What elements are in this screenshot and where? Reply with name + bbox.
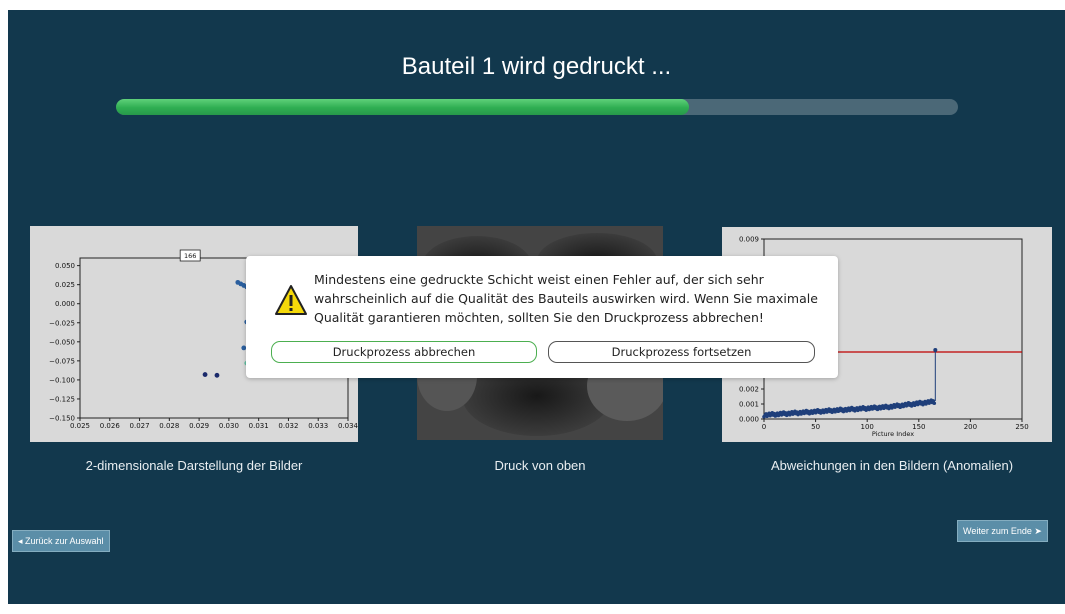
page-title: Bauteil 1 wird gedruckt ... <box>401 53 672 80</box>
y-tick-label: 0.050 <box>55 262 75 270</box>
y-tick-label: −0.125 <box>49 395 75 403</box>
x-tick-label: 0.025 <box>70 422 90 430</box>
x-tick-label: 0.033 <box>308 422 328 430</box>
app-window: Bauteil 1 wird gedruckt ... 0.025 0.026 0.… <box>8 10 1065 604</box>
continue-print-button[interactable]: Druckprozess fortsetzen <box>548 341 815 363</box>
abort-print-button[interactable]: Druckprozess abbrechen <box>271 341 537 363</box>
x-tick-label: 50 <box>811 423 820 431</box>
y-tick-label: 0.000 <box>55 300 75 308</box>
warning-message: Mindestens eine gedruckte Schicht weist … <box>314 272 818 325</box>
x-axis-label: Picture Index <box>872 430 914 438</box>
x-tick-label: 0.031 <box>249 422 269 430</box>
data-point <box>932 401 937 406</box>
back-to-selection-button[interactable]: ◂ Zurück zur Auswahl <box>12 530 110 552</box>
y-tick-label: −0.100 <box>49 376 75 384</box>
y-tick-label: −0.075 <box>49 357 75 365</box>
y-tick-label: 0.001 <box>739 401 759 409</box>
y-tick-label: 0.000 <box>739 416 759 424</box>
top-view-caption: Druck von oben <box>494 458 586 473</box>
data-point <box>214 372 220 378</box>
annotation-label: 166 <box>184 252 196 260</box>
x-tick-label: 200 <box>964 423 977 431</box>
y-tick-label: −0.025 <box>49 319 75 327</box>
x-tick-label: 0.030 <box>219 422 239 430</box>
continue-to-end-button[interactable]: Weiter zum Ende ➤ <box>957 520 1048 542</box>
x-tick-label: 0.032 <box>278 422 298 430</box>
y-tick-label: −0.150 <box>49 415 75 423</box>
anomaly-plot-caption: Abweichungen in den Bildern (Anomalien) <box>770 458 1014 473</box>
y-tick-label: 0.002 <box>739 386 759 394</box>
print-progress-fill <box>116 99 689 115</box>
embedding-plot-caption: 2-dimensionale Darstellung der Bilder <box>85 458 303 473</box>
y-tick-label: 0.025 <box>55 281 75 289</box>
x-tick-label: 0.027 <box>130 422 150 430</box>
print-progress-bar <box>116 99 958 115</box>
x-tick-label: 0.026 <box>100 422 121 430</box>
x-tick-label: 0.029 <box>189 422 209 430</box>
x-tick-label: 0.028 <box>159 422 179 430</box>
x-tick-label: 0.034 <box>338 422 358 430</box>
y-tick-label: 0.009 <box>739 236 759 244</box>
x-tick-label: 0 <box>762 423 766 431</box>
warning-icon <box>275 285 307 315</box>
data-point <box>933 348 938 352</box>
quality-warning-dialog: Mindestens eine gedruckte Schicht weist … <box>246 256 838 378</box>
x-tick-label: 250 <box>1015 423 1028 431</box>
y-tick-label: −0.050 <box>49 338 75 346</box>
data-point <box>202 372 208 377</box>
